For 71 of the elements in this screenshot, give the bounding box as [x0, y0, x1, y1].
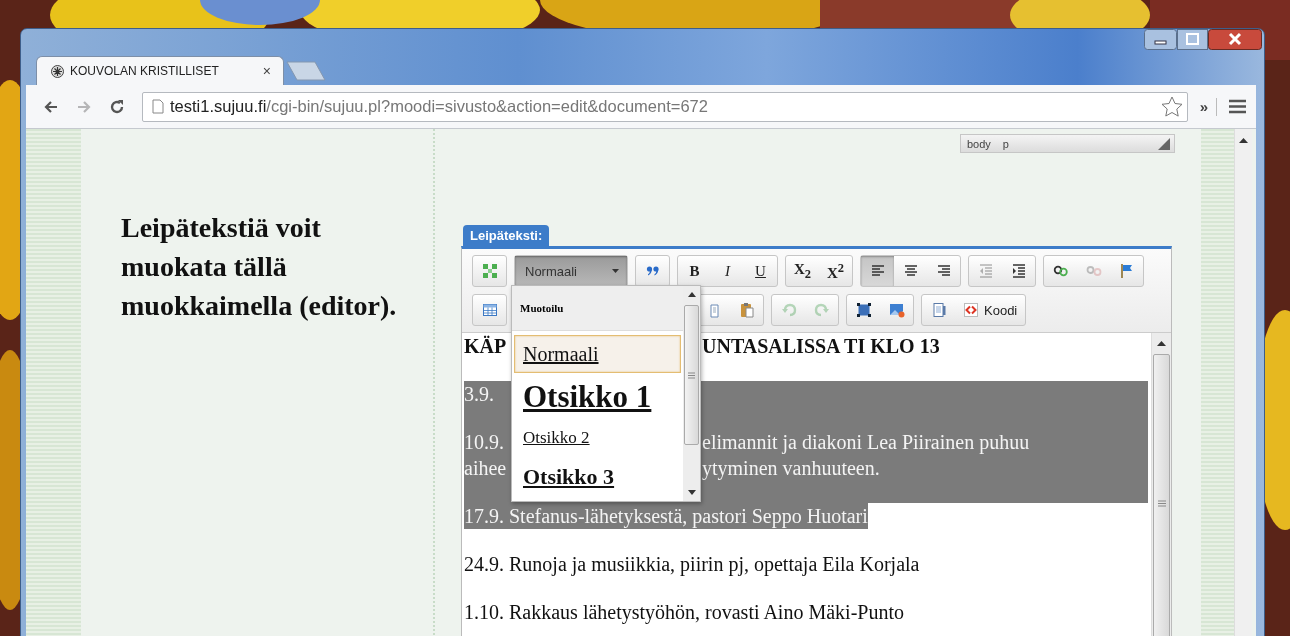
scroll-up-icon[interactable]	[1239, 138, 1248, 143]
paragraph-text: 3.9.	[464, 382, 494, 407]
underline-button[interactable]: U	[744, 256, 777, 286]
format-option[interactable]: Otsikko 3	[514, 459, 681, 495]
page-icon	[152, 99, 164, 114]
document-frame-icon	[930, 302, 947, 318]
paragraph-text: UNTASALISSA TI KLO 13	[702, 334, 941, 359]
element-path-item[interactable]: body	[967, 137, 991, 150]
scroll-up-icon[interactable]	[687, 292, 696, 297]
superscript-button[interactable]: X$^{2}$	[819, 256, 852, 286]
align-left-icon	[869, 263, 886, 279]
grip-icon	[1157, 500, 1166, 507]
indent-icon	[1010, 263, 1027, 279]
clipboard-icon	[738, 302, 755, 318]
url-text: testi1.sujuu.fi/cgi-bin/sujuu.pl?moodi=sivusto&action=edit&document=672	[170, 97, 709, 116]
menu-icon[interactable]	[1229, 99, 1246, 114]
undo-icon	[780, 302, 797, 318]
paragraph-text: ytyminen vanhuuteen.	[702, 456, 881, 481]
selection-square-icon	[855, 302, 872, 318]
scroll-down-icon[interactable]	[687, 490, 696, 495]
table-icon	[481, 302, 498, 318]
image-icon	[888, 302, 905, 318]
chain-icon	[1052, 263, 1069, 279]
paragraph-text: 17.9. Stefanus-lähetyksestä, pastori Seppo Huotari	[464, 503, 868, 529]
editor-scrollbar[interactable]	[1151, 333, 1171, 636]
format-option[interactable]: Otsikko 2	[514, 421, 681, 455]
maximize-button[interactable]	[1177, 29, 1208, 50]
italic-button[interactable]: I	[711, 256, 744, 286]
paragraph-text: aihee	[464, 456, 507, 481]
outdent-icon	[977, 263, 994, 279]
paragraph-text: 24.9. Runoja ja musiikkia, piirin pj, opettaja Eila Korjala	[464, 552, 920, 577]
grip-icon	[688, 371, 695, 379]
redo-icon	[813, 302, 830, 318]
format-dropdown[interactable]: Normaali	[515, 256, 627, 286]
bold-button[interactable]: B	[678, 256, 711, 286]
code-icon	[963, 302, 979, 318]
align-left-button[interactable]	[861, 256, 894, 286]
source-button[interactable]: Koodi	[955, 295, 1026, 325]
menu-title: Muotoilu	[512, 286, 683, 331]
flag-icon	[1118, 263, 1135, 279]
editor-label: Leipäteksti:	[463, 225, 550, 246]
paragraph-text: KÄP	[464, 334, 507, 359]
subscript-button[interactable]: X$_{2}$	[786, 256, 819, 286]
close-button[interactable]	[1208, 29, 1262, 50]
caret-icon	[612, 269, 619, 273]
reload-button[interactable]	[109, 98, 125, 115]
star-icon[interactable]	[1160, 96, 1183, 117]
paragraph-text: 10.9.	[464, 430, 504, 455]
scroll-up-icon[interactable]	[1157, 341, 1166, 346]
format-option[interactable]: Normaali	[514, 335, 681, 373]
tab-close-button[interactable]: ×	[262, 63, 271, 79]
menu-scrollbar[interactable]	[683, 286, 700, 501]
scrollbar-thumb[interactable]	[1153, 354, 1170, 636]
scrollbar-thumb[interactable]	[684, 305, 699, 445]
back-button[interactable]	[43, 98, 59, 115]
paragraph-text: elimannit ja diakoni Lea Piirainen puhuu	[702, 430, 1031, 455]
browser-tab[interactable]: KOUVOLAN KRISTILLISET ×	[36, 56, 284, 85]
broken-chain-icon	[1085, 263, 1102, 279]
element-path-item[interactable]: p	[1002, 137, 1009, 150]
align-center-icon	[902, 263, 919, 279]
format-option[interactable]: Otsikko 1	[514, 377, 681, 417]
extensions-overflow-button[interactable]: »	[1199, 97, 1217, 116]
favicon-icon	[51, 64, 64, 78]
paragraph-text: 1.10. Rakkaus lähetystyöhön, rovasti Aino Mäki-Punto	[464, 600, 904, 625]
minimize-button[interactable]	[1144, 29, 1177, 50]
expand-icon	[481, 263, 498, 279]
intro-text: Leipätekstiä voit muokata tällä muokkaimella (editor).	[121, 211, 398, 323]
tab-title: KOUVOLAN KRISTILLISET	[70, 64, 220, 78]
align-right-icon	[935, 263, 952, 279]
resize-grip-icon[interactable]	[1158, 137, 1170, 150]
address-bar[interactable]: testi1.sujuu.fi/cgi-bin/sujuu.pl?moodi=sivusto&action=edit&document=672	[142, 91, 1188, 122]
